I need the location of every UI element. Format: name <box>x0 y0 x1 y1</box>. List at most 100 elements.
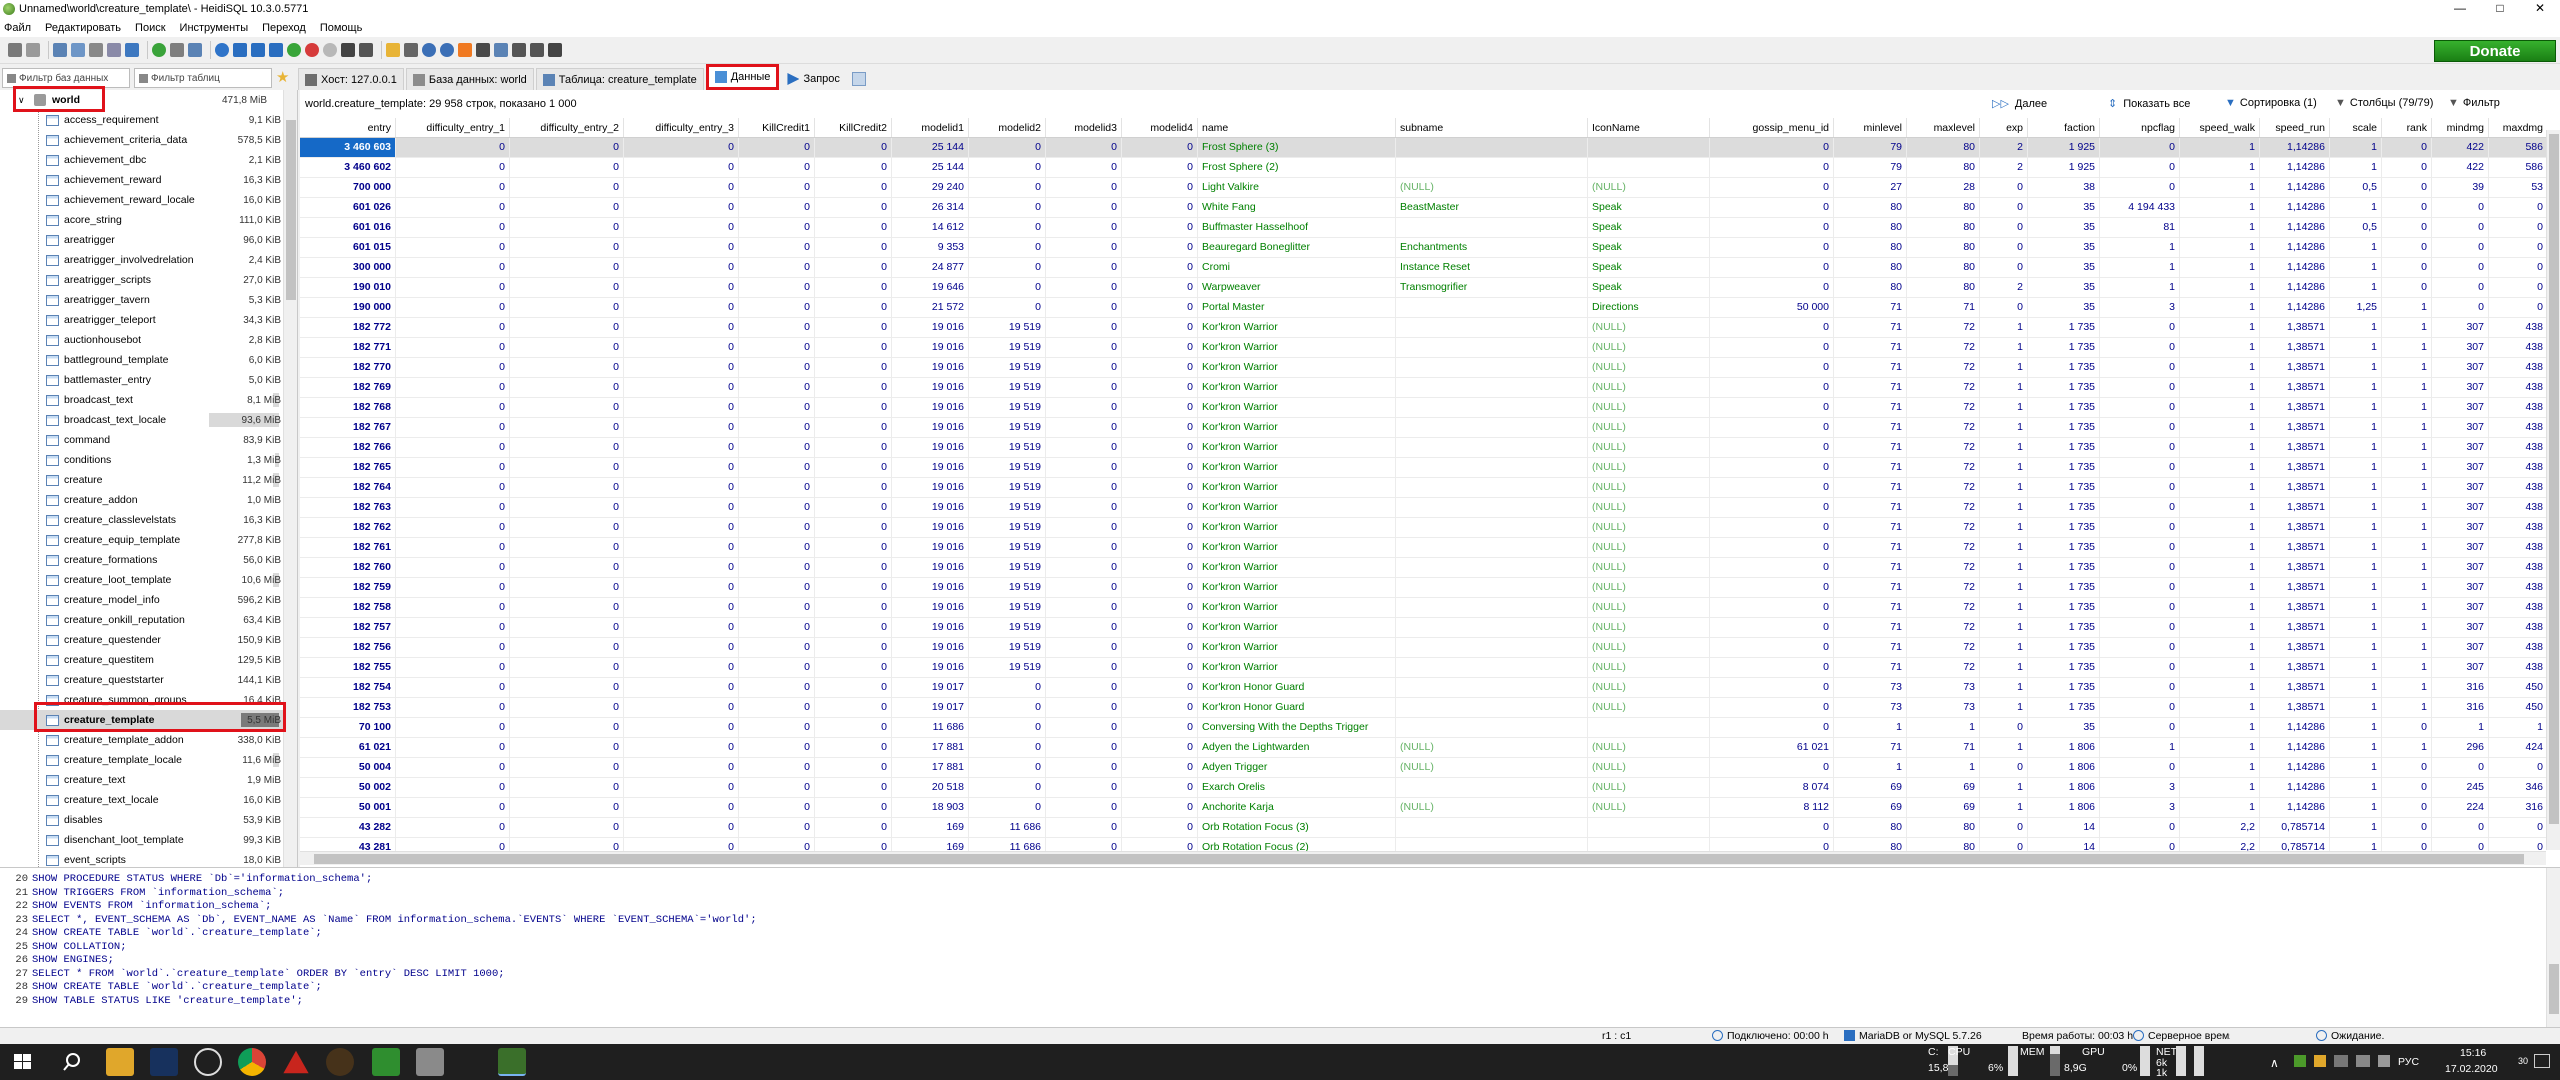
tree-item-areatrigger-scripts[interactable]: areatrigger_scripts 27,0 KiB <box>0 270 297 290</box>
tab-query[interactable]: Запрос <box>781 68 846 90</box>
cell-killcredit2[interactable]: 0 <box>815 738 892 757</box>
cell-maxdmg[interactable]: 438 <box>2489 358 2546 377</box>
cell-name[interactable]: Portal Master <box>1198 298 1396 317</box>
cell-maxdmg[interactable]: 0 <box>2489 258 2546 277</box>
cell-exp[interactable]: 1 <box>1980 318 2028 337</box>
cell-modelid2[interactable]: 0 <box>969 158 1046 177</box>
cell-rank[interactable]: 0 <box>2382 158 2432 177</box>
cell-modelid3[interactable]: 0 <box>1046 318 1122 337</box>
menu-edit[interactable]: Редактировать <box>45 22 121 34</box>
cell-npcflag[interactable]: 0 <box>2100 438 2180 457</box>
cell-speed-walk[interactable]: 1 <box>2180 778 2260 797</box>
cell-difficulty-entry-1[interactable]: 0 <box>396 358 510 377</box>
cell-modelid2[interactable]: 0 <box>969 258 1046 277</box>
cell-faction[interactable]: 14 <box>2028 838 2100 851</box>
cell-difficulty-entry-2[interactable]: 0 <box>510 278 624 297</box>
cell-difficulty-entry-1[interactable]: 0 <box>396 258 510 277</box>
cell-modelid4[interactable]: 0 <box>1122 158 1198 177</box>
cell-difficulty-entry-3[interactable]: 0 <box>624 138 739 157</box>
cell-maxdmg[interactable]: 438 <box>2489 318 2546 337</box>
cell-modelid3[interactable]: 0 <box>1046 478 1122 497</box>
table-row[interactable]: 182 772 0 0 0 0 0 19 016 19 519 0 0 Kor'kron Warri… <box>300 318 2546 338</box>
prev-record-icon[interactable] <box>251 43 265 57</box>
cell-maxlevel[interactable]: 80 <box>1907 138 1980 157</box>
cell-entry[interactable]: 43 281 <box>300 838 396 851</box>
cell-maxlevel[interactable]: 72 <box>1907 658 1980 677</box>
cell-exp[interactable]: 1 <box>1980 698 2028 717</box>
cell-difficulty-entry-2[interactable]: 0 <box>510 558 624 577</box>
cell-entry[interactable]: 70 100 <box>300 718 396 737</box>
cell-killcredit2[interactable]: 0 <box>815 658 892 677</box>
cell-name[interactable]: Kor'kron Warrior <box>1198 538 1396 557</box>
cell-modelid3[interactable]: 0 <box>1046 598 1122 617</box>
cell-modelid1[interactable]: 14 612 <box>892 218 969 237</box>
clear-icon[interactable] <box>458 43 472 57</box>
tree-item-creature-formations[interactable]: creature_formations 56,0 KiB <box>0 550 297 570</box>
table-row[interactable]: 3 460 603 0 0 0 0 0 25 144 0 0 0 Frost Sphere (3) 0… <box>300 138 2546 158</box>
cell-mindmg[interactable]: 307 <box>2432 638 2489 657</box>
cell-speed-run[interactable]: 1,38571 <box>2260 358 2330 377</box>
open-folder-icon[interactable] <box>386 43 400 57</box>
cell-minlevel[interactable]: 71 <box>1834 458 1907 477</box>
cell-name[interactable]: Exarch Orelis <box>1198 778 1396 797</box>
cell-modelid2[interactable]: 19 519 <box>969 438 1046 457</box>
cell-mindmg[interactable]: 307 <box>2432 438 2489 457</box>
cell-entry[interactable]: 190 010 <box>300 278 396 297</box>
cell-maxdmg[interactable]: 0 <box>2489 218 2546 237</box>
cell-difficulty-entry-2[interactable]: 0 <box>510 298 624 317</box>
cell-iconname[interactable]: Speak <box>1588 258 1710 277</box>
cell-modelid4[interactable]: 0 <box>1122 138 1198 157</box>
cell-speed-walk[interactable]: 1 <box>2180 258 2260 277</box>
app-red-icon[interactable] <box>283 1050 309 1074</box>
menu-file[interactable]: Файл <box>4 22 31 34</box>
cell-difficulty-entry-1[interactable]: 0 <box>396 718 510 737</box>
cell-modelid2[interactable]: 11 686 <box>969 838 1046 851</box>
cell-scale[interactable]: 1 <box>2330 538 2382 557</box>
cell-difficulty-entry-2[interactable]: 0 <box>510 838 624 851</box>
cell-exp[interactable]: 1 <box>1980 678 2028 697</box>
cell-exp[interactable]: 0 <box>1980 178 2028 197</box>
cell-entry[interactable]: 61 021 <box>300 738 396 757</box>
cell-modelid3[interactable]: 0 <box>1046 198 1122 217</box>
cell-scale[interactable]: 1 <box>2330 618 2382 637</box>
cell-modelid4[interactable]: 0 <box>1122 678 1198 697</box>
cell-modelid1[interactable]: 19 016 <box>892 318 969 337</box>
upload-icon[interactable] <box>530 43 544 57</box>
cancel-icon[interactable] <box>341 43 355 57</box>
tree-item-creature-template-locale[interactable]: creature_template_locale 11,6 MiB <box>0 750 297 770</box>
steam-icon[interactable] <box>150 1048 178 1076</box>
cell-difficulty-entry-3[interactable]: 0 <box>624 798 739 817</box>
cell-speed-run[interactable]: 1,38571 <box>2260 438 2330 457</box>
column-header-modelid3[interactable]: modelid3 <box>1046 118 1122 137</box>
cell-maxdmg[interactable]: 438 <box>2489 538 2546 557</box>
cell-modelid4[interactable]: 0 <box>1122 598 1198 617</box>
cell-gossip-menu-id[interactable]: 0 <box>1710 518 1834 537</box>
cell-subname[interactable] <box>1396 838 1588 851</box>
cell-difficulty-entry-1[interactable]: 0 <box>396 698 510 717</box>
cell-scale[interactable]: 1 <box>2330 238 2382 257</box>
cell-modelid1[interactable]: 17 881 <box>892 738 969 757</box>
cell-subname[interactable] <box>1396 638 1588 657</box>
table-row[interactable]: 700 000 0 0 0 0 0 29 240 0 0 0 Light Valkire (NULL)… <box>300 178 2546 198</box>
cell-scale[interactable]: 1 <box>2330 718 2382 737</box>
cell-scale[interactable]: 1 <box>2330 378 2382 397</box>
cell-npcflag[interactable]: 0 <box>2100 378 2180 397</box>
cell-minlevel[interactable]: 80 <box>1834 238 1907 257</box>
cell-modelid3[interactable]: 0 <box>1046 378 1122 397</box>
tab-database[interactable]: База данных: world <box>405 68 534 90</box>
cell-maxdmg[interactable]: 424 <box>2489 738 2546 757</box>
cell-rank[interactable]: 1 <box>2382 558 2432 577</box>
cell-rank[interactable]: 1 <box>2382 658 2432 677</box>
cell-difficulty-entry-1[interactable]: 0 <box>396 558 510 577</box>
cell-scale[interactable]: 1 <box>2330 258 2382 277</box>
tree-item-broadcast-text-locale[interactable]: broadcast_text_locale 93,6 MiB <box>0 410 297 430</box>
cell-rank[interactable]: 0 <box>2382 258 2432 277</box>
cell-exp[interactable]: 1 <box>1980 358 2028 377</box>
cell-rank[interactable]: 1 <box>2382 738 2432 757</box>
cell-difficulty-entry-2[interactable]: 0 <box>510 358 624 377</box>
sql-log[interactable]: 20 SHOW PROCEDURE STATUS WHERE `Db`='info… <box>0 867 2560 1028</box>
cell-name[interactable]: Orb Rotation Focus (2) <box>1198 838 1396 851</box>
cell-exp[interactable]: 2 <box>1980 278 2028 297</box>
cell-modelid2[interactable]: 0 <box>969 698 1046 717</box>
cell-difficulty-entry-2[interactable]: 0 <box>510 778 624 797</box>
